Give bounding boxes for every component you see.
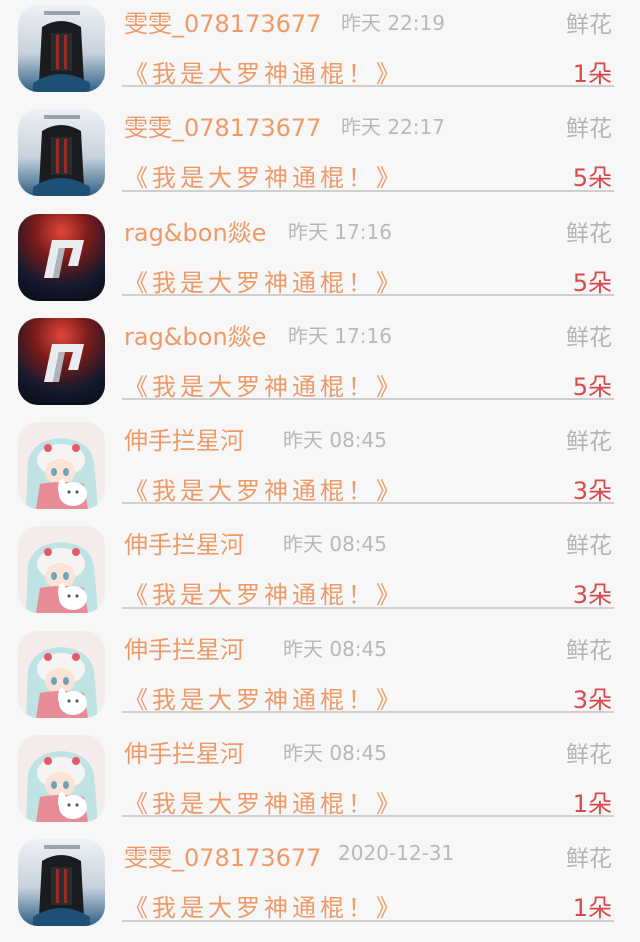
book-title-link[interactable]: 《我是大罗神通棍！》 (124, 367, 404, 402)
gift-type-label: 鲜花 (566, 429, 612, 456)
user-avatar[interactable] (18, 526, 105, 614)
gift-time: 昨天 17:16 (288, 323, 392, 348)
gift-time: 昨天 17:16 (288, 219, 392, 244)
sender-name[interactable]: 雯雯_078173677 (124, 4, 321, 39)
book-title-link[interactable]: 《我是大罗神通棍！》 (124, 888, 404, 923)
gift-time: 昨天 08:45 (283, 741, 387, 766)
gift-time: 昨天 08:45 (283, 532, 387, 557)
gift-type-label: 鲜花 (566, 116, 612, 143)
gift-time: 昨天 22:17 (341, 115, 445, 140)
flower-count: 1朵 (572, 894, 612, 923)
flower-count: 1朵 (572, 790, 612, 819)
gift-record-row[interactable]: 伸手拦星河 昨天 08:45 鲜花《我是大罗神通棍！》 3朵 (0, 504, 640, 614)
gift-record-row[interactable]: 雯雯_078173677 昨天 22:19 鲜花《我是大罗神通棍！》 1朵 (0, 0, 640, 92)
sender-name[interactable]: 伸手拦星河 (124, 734, 244, 769)
flower-count: 5朵 (572, 372, 612, 401)
sender-name[interactable]: 雯雯_078173677 (124, 838, 321, 873)
gift-type-label: 鲜花 (566, 846, 612, 873)
user-avatar[interactable] (18, 5, 105, 92)
gift-time: 昨天 08:45 (283, 636, 387, 661)
user-avatar[interactable] (18, 735, 105, 823)
gift-type-label: 鲜花 (566, 12, 612, 38)
flower-count: 5朵 (572, 268, 612, 297)
gift-type-label: 鲜花 (566, 324, 612, 351)
user-avatar[interactable] (18, 422, 105, 510)
flower-count: 3朵 (572, 477, 612, 506)
gift-record-row[interactable]: 雯雯_078173677 昨天 22:17 鲜花《我是大罗神通棍！》 5朵 (0, 87, 640, 197)
flower-count: 3朵 (572, 685, 612, 714)
gift-record-row[interactable]: 雯雯_078173677 2020-12-31 鲜花《我是大罗神通棍！》 1朵 (0, 817, 640, 927)
book-title-link[interactable]: 《我是大罗神通棍！》 (124, 158, 404, 193)
gift-time: 昨天 22:19 (341, 11, 445, 35)
gift-type-label: 鲜花 (566, 742, 612, 769)
sender-name[interactable]: 雯雯_078173677 (124, 108, 321, 143)
gift-time: 2020-12-31 (338, 841, 455, 866)
gift-record-list[interactable]: 雯雯_078173677 昨天 22:19 鲜花 《我是大罗神通棍！》 1朵 雯雯_07… (0, 0, 640, 927)
user-avatar[interactable] (18, 630, 105, 718)
gift-record-row[interactable]: 伸手拦星河 昨天 08:45 鲜花《我是大罗神通棍！》 1朵 (0, 713, 640, 823)
gift-record-row[interactable]: rag&bon燚e 昨天 17:16 鲜花《我是大罗神通棍！》 5朵 (0, 296, 640, 405)
user-avatar[interactable] (18, 213, 105, 301)
book-title-link[interactable]: 《我是大罗神通棍！》 (124, 575, 404, 610)
book-title-link[interactable]: 《我是大罗神通棍！》 (124, 471, 404, 506)
gift-type-label: 鲜花 (566, 220, 612, 247)
gift-type-label: 鲜花 (566, 637, 612, 664)
user-avatar[interactable] (18, 839, 105, 927)
user-avatar[interactable] (18, 317, 105, 405)
sender-name[interactable]: 伸手拦星河 (124, 630, 244, 665)
book-title-link[interactable]: 《我是大罗神通棍！》 (124, 54, 404, 89)
gift-record-row[interactable]: 伸手拦星河 昨天 08:45 鲜花《我是大罗神通棍！》 3朵 (0, 400, 640, 510)
gift-record-row[interactable]: rag&bon燚e 昨天 17:16 鲜花《我是大罗神通棍！》 5朵 (0, 192, 640, 301)
book-title-link[interactable]: 《我是大罗神通棍！》 (124, 263, 404, 298)
book-title-link[interactable]: 《我是大罗神通棍！》 (124, 680, 404, 715)
sender-name[interactable]: 伸手拦星河 (124, 525, 244, 560)
book-title-link[interactable]: 《我是大罗神通棍！》 (124, 784, 404, 819)
flower-count: 1朵 (572, 60, 612, 88)
sender-name[interactable]: 伸手拦星河 (124, 421, 244, 456)
gift-type-label: 鲜花 (566, 533, 612, 560)
sender-name[interactable]: rag&bon燚e (124, 317, 266, 352)
gift-record-row[interactable]: 伸手拦星河 昨天 08:45 鲜花《我是大罗神通棍！》 3朵 (0, 609, 640, 718)
flower-count: 5朵 (572, 164, 612, 193)
sender-name[interactable]: rag&bon燚e (124, 213, 266, 248)
gift-time: 昨天 08:45 (283, 428, 387, 453)
row-divider (122, 919, 614, 922)
user-avatar[interactable] (18, 109, 105, 197)
flower-count: 3朵 (572, 581, 612, 610)
